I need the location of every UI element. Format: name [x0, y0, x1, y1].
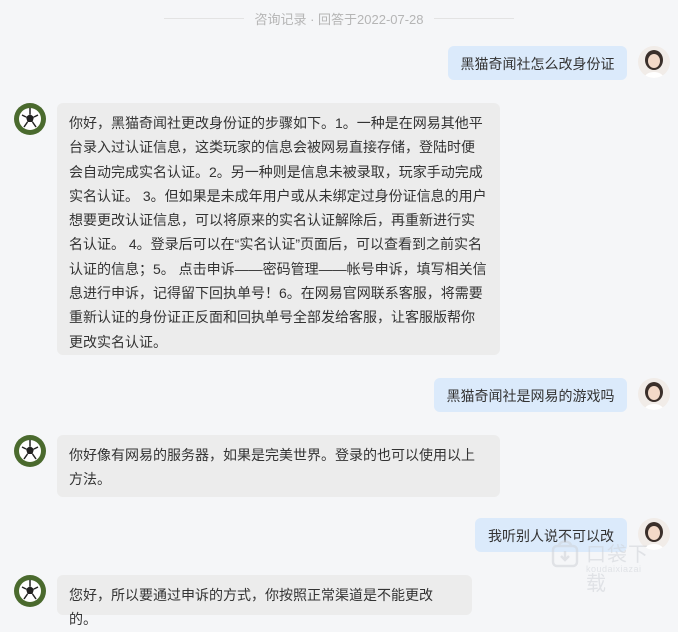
- bot-avatar: [14, 103, 46, 135]
- watermark-bag-icon: [551, 540, 579, 568]
- bot-message-bubble: 您好，所以要通过申诉的方式，你按照正常渠道是不能更改的。: [57, 575, 472, 627]
- header-divider-left: [164, 17, 245, 19]
- watermark-subtext: koudaixiazai: [586, 564, 642, 574]
- consult-record-title: 咨询记录 · 回答于2022-07-28: [254, 11, 424, 27]
- user-message-bubble: 黑猫奇闻社怎么改身份证: [448, 46, 627, 80]
- bot-message-bubble: 你好，黑猫奇闻社更改身份证的步骤如下。1。一种是在网易其他平台录入过认证信息，这…: [57, 103, 500, 355]
- user-message-bubble: 黑猫奇闻社是网易的游戏吗: [434, 378, 627, 412]
- soccer-ball-icon: [14, 575, 46, 607]
- user-avatar-icon: [638, 46, 670, 78]
- bot-message-text: 你好，黑猫奇闻社更改身份证的步骤如下。1。一种是在网易其他平台录入过认证信息，这…: [69, 115, 487, 350]
- soccer-ball-icon: [14, 103, 46, 135]
- consult-record-header: 咨询记录 · 回答于2022-07-28: [0, 0, 678, 36]
- bot-message-bubble: 你好像有网易的服务器，如果是完美世界。登录的也可以使用以上方法。: [57, 435, 500, 497]
- bot-message-text: 你好像有网易的服务器，如果是完美世界。登录的也可以使用以上方法。: [69, 447, 475, 488]
- watermark-logo: 口袋下载 koudaixiazai: [548, 532, 658, 595]
- bot-avatar: [14, 575, 46, 607]
- user-message-text: 黑猫奇闻社怎么改身份证: [460, 56, 615, 72]
- bot-avatar: [14, 435, 46, 467]
- soccer-ball-icon: [14, 435, 46, 467]
- user-avatar: [638, 378, 670, 410]
- user-avatar-icon: [638, 378, 670, 410]
- user-avatar: [638, 46, 670, 78]
- header-divider-right: [433, 17, 514, 19]
- user-message-text: 黑猫奇闻社是网易的游戏吗: [446, 388, 615, 404]
- bot-message-text: 您好，所以要通过申诉的方式，你按照正常渠道是不能更改的。: [69, 587, 433, 628]
